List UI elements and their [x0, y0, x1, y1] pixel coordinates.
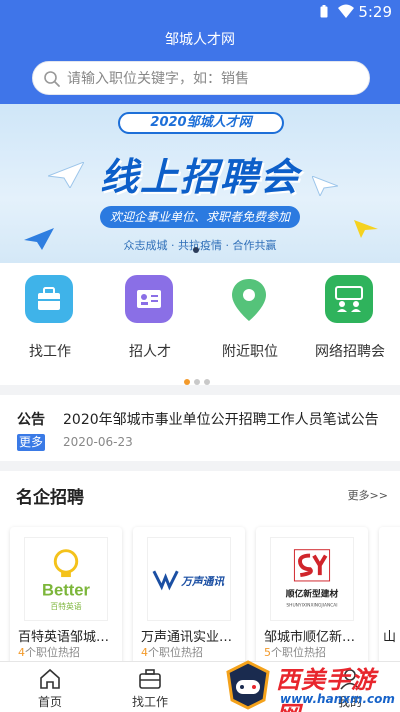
- company-logo: 顺亿新型建材 SHUNYIXINXINGJIANCAI: [270, 537, 354, 621]
- notice-tag: 公告: [17, 412, 45, 428]
- company-name: 万声通讯实业有限公司: [141, 630, 241, 645]
- banner-pill: 2020邹城人才网: [118, 112, 284, 134]
- featured-companies: 名企招聘 更多>> Better 百特英语 百特英语邹城校区 4个职位热招 万声…: [0, 471, 400, 667]
- menu-label: 找工作: [29, 344, 71, 360]
- menu-item-nearby-jobs[interactable]: 附近职位: [200, 275, 300, 365]
- nav-label: 首页: [37, 695, 62, 709]
- briefcase-icon: [25, 275, 73, 323]
- company-card[interactable]: 顺亿新型建材 SHUNYIXINXINGJIANCAI 邹城市顺亿新型建材 5个…: [256, 527, 368, 667]
- company-card[interactable]: 万声通讯 万声通讯实业有限公司 4个职位热招: [133, 527, 245, 667]
- company-logo: Better 百特英语: [24, 537, 108, 621]
- search-input[interactable]: [67, 68, 357, 90]
- status-bar: 5:29: [0, 0, 400, 24]
- home-icon: [40, 668, 60, 689]
- paper-plane-icon: [354, 220, 378, 238]
- menu-item-recruit[interactable]: 招人才: [100, 275, 200, 365]
- page-dot: [194, 379, 200, 385]
- job-count: 4个职位热招: [141, 646, 203, 659]
- briefcase-icon: [139, 669, 161, 689]
- group-chat-icon: [325, 275, 373, 323]
- quick-menu: 找工作 招人才 附近职位 网络招聘会: [0, 263, 400, 385]
- logo-text: 顺亿新型建材: [286, 588, 339, 600]
- status-time: 5:29: [358, 3, 392, 21]
- search-icon: [44, 71, 60, 87]
- company-name: 百特英语邹城校区: [18, 630, 118, 645]
- logo-subtext: 百特英语: [50, 601, 81, 611]
- page-title: 邹城人才网: [165, 32, 235, 48]
- banner-footer: 众志成城 · 共抗疫情 · 合作共赢: [123, 239, 277, 252]
- job-count: 4个职位热招: [18, 646, 80, 659]
- nav-find-job[interactable]: 找工作: [100, 666, 200, 710]
- logo-text: Better: [42, 581, 90, 600]
- notice-date: 2020-06-23: [63, 435, 133, 449]
- company-logo: 万声通讯: [147, 537, 231, 621]
- page-indicator: [184, 370, 214, 389]
- company-card[interactable]: Better 百特英语 百特英语邹城校区 4个职位热招: [10, 527, 122, 667]
- watermark-url: www.hanxm.com: [280, 692, 395, 706]
- nav-home[interactable]: 首页: [0, 666, 100, 710]
- watermark: 西美手游网 www.hanxm.com: [220, 660, 400, 712]
- menu-label: 网络招聘会: [315, 344, 385, 360]
- job-count: 5个职位热招: [264, 646, 326, 659]
- logo-text: 万声通讯: [180, 575, 225, 588]
- menu-item-online-fair[interactable]: 网络招聘会: [300, 275, 400, 365]
- banner-indicator: [193, 247, 199, 253]
- company-card[interactable]: 山: [379, 527, 400, 667]
- id-card-icon: [125, 275, 173, 323]
- page-dot-active: [184, 379, 190, 385]
- banner-title: 线上招聘会: [99, 155, 300, 199]
- company-name: 邹城市顺亿新型建材: [264, 630, 364, 645]
- gamepad-logo-icon: [226, 660, 270, 710]
- logo-subtext: SHUNYIXINXINGJIANCAI: [286, 602, 337, 608]
- page-dot: [204, 379, 210, 385]
- notice-bar[interactable]: 公告 更多 2020年邹城市事业单位公开招聘工作人员笔试公告 2020-06-2…: [0, 395, 400, 461]
- wifi-icon: [338, 4, 354, 18]
- location-pin-icon: [225, 275, 273, 323]
- section-title: 名企招聘: [16, 488, 84, 508]
- menu-item-find-job[interactable]: 找工作: [0, 275, 100, 365]
- notice-more-button[interactable]: 更多: [17, 434, 45, 451]
- promo-banner[interactable]: 2020邹城人才网 线上招聘会 欢迎企事业单位、求职者免费参加 众志成城 · 共…: [0, 104, 400, 263]
- menu-label: 附近职位: [222, 344, 278, 360]
- more-link[interactable]: 更多>>: [348, 487, 388, 503]
- nav-label: 找工作: [131, 695, 168, 709]
- company-name: 山: [383, 630, 397, 645]
- menu-label: 招人才: [129, 344, 171, 360]
- battery-icon: [320, 5, 328, 18]
- app-header: 5:29 邹城人才网: [0, 0, 400, 104]
- search-bar[interactable]: [32, 61, 370, 95]
- banner-subtitle: 欢迎企事业单位、求职者免费参加: [100, 206, 300, 228]
- notice-title[interactable]: 2020年邹城市事业单位公开招聘工作人员笔试公告: [63, 409, 383, 429]
